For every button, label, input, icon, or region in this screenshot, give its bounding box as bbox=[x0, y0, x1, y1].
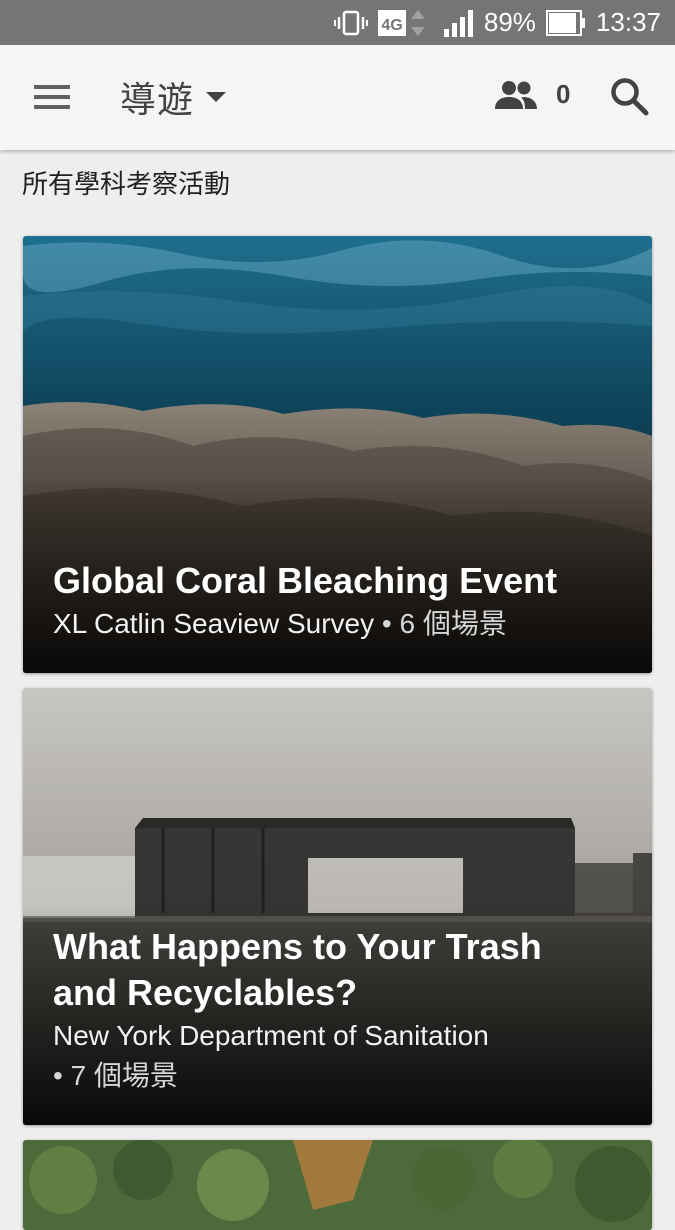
menu-button[interactable] bbox=[26, 75, 78, 119]
mode-selector[interactable]: 導遊 bbox=[120, 73, 227, 121]
card-subtitle: XL Catlin Seaview Survey • 6 個場景 bbox=[53, 604, 632, 644]
card-text: Global Coral Bleaching Event XL Catlin S… bbox=[53, 558, 632, 644]
battery-level: 89% bbox=[483, 7, 536, 37]
expedition-card[interactable]: What Happens to Your Trash and Recyclabl… bbox=[23, 688, 652, 1125]
section-title: 所有學科考察活動 bbox=[22, 169, 231, 199]
card-source: New York Department of Sanitation bbox=[53, 1020, 489, 1051]
card-title-line: What Happens to Your Trash bbox=[53, 926, 542, 967]
battery-icon bbox=[545, 9, 586, 36]
network-label: 4G bbox=[381, 17, 402, 34]
network-4g-icon: 4G bbox=[377, 8, 434, 38]
card-title: Global Coral Bleaching Event bbox=[53, 560, 558, 601]
app-bar: 導遊 0 bbox=[0, 45, 675, 150]
dropdown-caret-icon bbox=[206, 92, 227, 102]
participants-count: 0 bbox=[556, 79, 571, 109]
card-title-line: and Recyclables? bbox=[53, 972, 358, 1013]
search-button[interactable] bbox=[608, 75, 652, 119]
card-title: What Happens to Your Trash and Recyclabl… bbox=[53, 924, 632, 1016]
card-text: What Happens to Your Trash and Recyclabl… bbox=[53, 924, 632, 1096]
signal-icon bbox=[443, 9, 474, 37]
status-bar: 4G 89% 13:37 bbox=[0, 0, 675, 45]
expedition-card[interactable] bbox=[23, 1140, 652, 1230]
expedition-card[interactable]: Global Coral Bleaching Event XL Catlin S… bbox=[23, 236, 652, 673]
vibrate-icon bbox=[333, 10, 368, 36]
card-scene-count: • 6 個場景 bbox=[381, 608, 507, 639]
app-title: 導遊 bbox=[120, 79, 195, 120]
participants-button[interactable]: 0 bbox=[494, 79, 570, 110]
clock: 13:37 bbox=[595, 7, 661, 37]
card-scene-count: • 7 個場景 bbox=[53, 1060, 178, 1091]
people-icon bbox=[495, 80, 537, 109]
search-icon bbox=[611, 78, 649, 116]
card-image-forest bbox=[23, 1140, 652, 1230]
card-source: XL Catlin Seaview Survey bbox=[53, 608, 375, 639]
